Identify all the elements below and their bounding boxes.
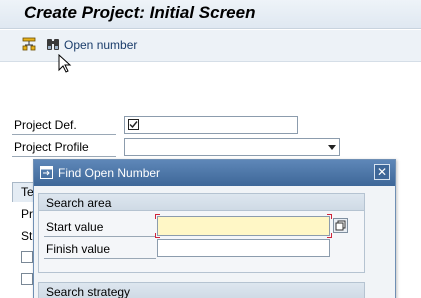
dialog-title-bar[interactable]: Find Open Number ✕ — [34, 160, 395, 186]
background-row-fragment: St — [21, 229, 33, 243]
search-strategy-title: Search strategy — [46, 285, 131, 298]
find-open-number-dialog: Find Open Number ✕ Search area Start val… — [33, 159, 396, 298]
hierarchy-icon[interactable] — [22, 37, 36, 51]
dialog-window-icon — [40, 166, 53, 179]
finish-value-input[interactable] — [157, 239, 330, 257]
title-bar: Create Project: Initial Screen — [0, 0, 421, 29]
mouse-pointer-icon — [58, 53, 72, 74]
close-icon[interactable]: ✕ — [374, 164, 390, 180]
background-tab-label: Te — [21, 185, 34, 199]
finish-value-label-underline — [44, 258, 156, 259]
focus-marker — [327, 214, 332, 219]
start-value-input[interactable] — [157, 216, 330, 236]
project-profile-select[interactable] — [124, 138, 340, 156]
project-def-label-underline — [12, 134, 116, 135]
focus-marker — [155, 233, 160, 238]
chevron-down-icon[interactable] — [328, 145, 336, 150]
dialog-title: Find Open Number — [58, 166, 161, 180]
multiple-selection-icon[interactable] — [333, 218, 348, 233]
project-def-label: Project Def. — [14, 118, 77, 132]
project-profile-label-underline — [12, 156, 116, 157]
background-checkbox[interactable] — [21, 273, 33, 285]
required-field-icon — [128, 119, 139, 130]
start-value-label: Start value — [46, 220, 104, 234]
focus-marker — [155, 214, 160, 219]
screen-title: Create Project: Initial Screen — [24, 3, 256, 22]
search-strategy-header: Search strategy — [39, 283, 364, 298]
sap-screen: Create Project: Initial Screen Open numb… — [0, 0, 421, 298]
background-checkbox[interactable] — [21, 251, 33, 263]
search-area-header: Search area — [39, 194, 364, 211]
binoculars-icon[interactable] — [46, 37, 60, 51]
project-def-input[interactable] — [124, 116, 298, 134]
background-row-fragment: Pr — [21, 207, 33, 221]
search-area-title: Search area — [46, 196, 112, 210]
finish-value-label: Finish value — [46, 242, 111, 256]
project-profile-label: Project Profile — [14, 140, 89, 154]
search-strategy-group: Search strategy — [38, 282, 365, 298]
open-number-button[interactable]: Open number — [64, 38, 137, 52]
start-value-label-underline — [44, 236, 156, 237]
focus-marker — [327, 233, 332, 238]
